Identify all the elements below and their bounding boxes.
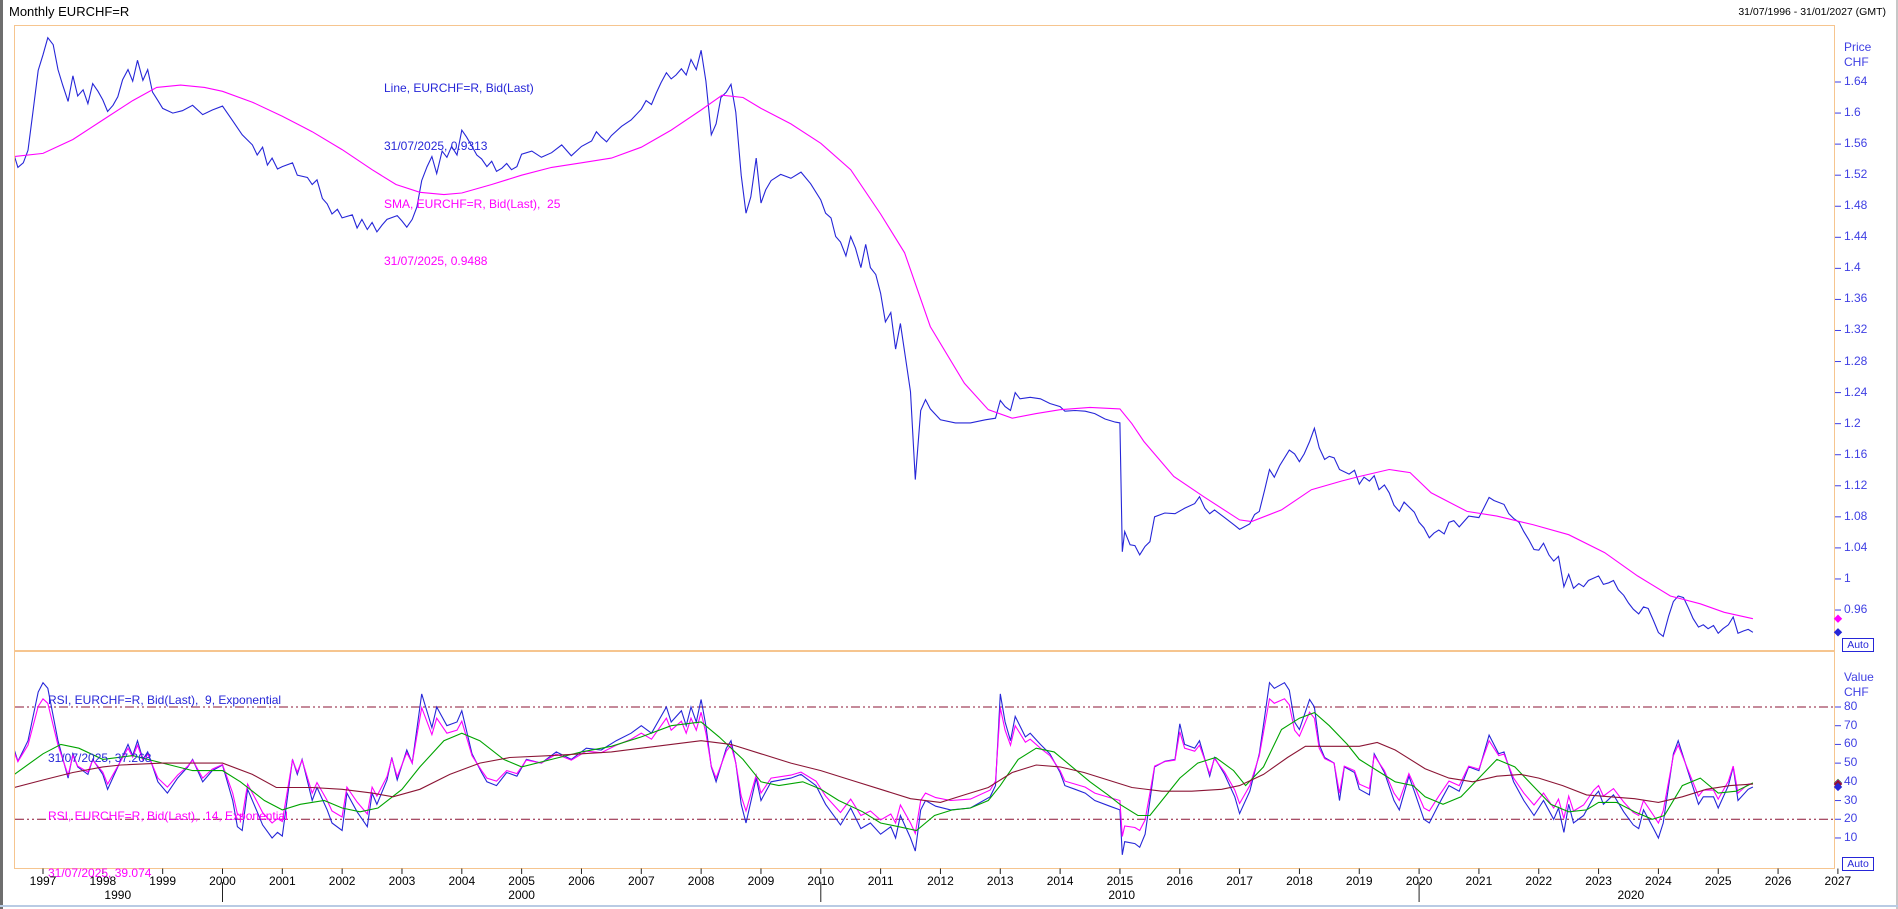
price-axis-tick-label: 1.28 [1844, 354, 1867, 368]
year-label-1999: 1999 [149, 874, 176, 888]
price-axis-tick-label: 1.32 [1844, 322, 1867, 336]
decade-label-1990: 1990 [104, 888, 131, 902]
legend-price-line-name: Line, EURCHF=R, Bid(Last) [384, 79, 560, 98]
price-axis-title: Price CHF [1844, 40, 1871, 70]
year-label-2022: 2022 [1525, 874, 1552, 888]
value-axis-tick-label: 60 [1844, 736, 1857, 750]
value-axis-title-line1: Value [1844, 670, 1874, 685]
window-bottom-border [0, 905, 1898, 907]
year-label-2004: 2004 [448, 874, 475, 888]
price-axis-tick-label: 0.96 [1844, 602, 1867, 616]
year-label-2027: 2027 [1825, 874, 1852, 888]
year-label-2002: 2002 [329, 874, 356, 888]
year-label-2026: 2026 [1765, 874, 1792, 888]
value-axis-tick-label: 40 [1844, 774, 1857, 788]
year-label-2023: 2023 [1585, 874, 1612, 888]
year-label-2012: 2012 [927, 874, 954, 888]
decade-label-2000: 2000 [508, 888, 535, 902]
price-axis-tick-label: 1.12 [1844, 478, 1867, 492]
price-axis-tick-label: 1.16 [1844, 447, 1867, 461]
main-panel-legend: Line, EURCHF=R, Bid(Last) 31/07/2025, 0.… [384, 41, 560, 310]
year-label-2014: 2014 [1047, 874, 1074, 888]
value-axis-tick-label: 70 [1844, 718, 1857, 732]
legend-sma-name: SMA, EURCHF=R, Bid(Last), 25 [384, 195, 560, 214]
price-axis-tick-label: 1.36 [1844, 291, 1867, 305]
value-axis-title: Value CHF [1844, 670, 1874, 700]
value-axis-tick-label: 80 [1844, 699, 1857, 713]
price-axis-tick-label: 1.52 [1844, 167, 1867, 181]
year-label-2024: 2024 [1645, 874, 1672, 888]
year-label-2008: 2008 [688, 874, 715, 888]
year-label-2021: 2021 [1466, 874, 1493, 888]
legend-sma-last-value: 31/07/2025, 0.9488 [384, 252, 560, 271]
legend-price-last-value: 31/07/2025, 0.9313 [384, 137, 560, 156]
price-axis-title-line1: Price [1844, 40, 1871, 55]
year-label-2001: 2001 [269, 874, 296, 888]
year-label-2010: 2010 [807, 874, 834, 888]
year-label-2025: 2025 [1705, 874, 1732, 888]
year-label-2007: 2007 [628, 874, 655, 888]
sma-last-marker [1834, 615, 1842, 623]
price-line [14, 38, 1753, 637]
year-label-2000: 2000 [209, 874, 236, 888]
price-axis-tick-label: 1.44 [1844, 229, 1867, 243]
year-label-2019: 2019 [1346, 874, 1373, 888]
value-axis-tick-label: 10 [1844, 830, 1857, 844]
rsi-panel-legend: RSI, EURCHF=R, Bid(Last), 9, Exponential… [48, 653, 326, 909]
price-axis-tick-label: 1.64 [1844, 74, 1867, 88]
value-axis-tick-label: 30 [1844, 793, 1857, 807]
value-axis-tick-label: 50 [1844, 755, 1857, 769]
price-axis-tick-label: 1.56 [1844, 136, 1867, 150]
value-axis-tick-label: 20 [1844, 811, 1857, 825]
auto-scale-button-value[interactable]: Auto [1842, 857, 1874, 871]
price-axis-tick-label: 1.4 [1844, 260, 1861, 274]
decade-label-2020: 2020 [1618, 888, 1645, 902]
year-label-2009: 2009 [748, 874, 775, 888]
price-axis-tick-label: 1.2 [1844, 416, 1861, 430]
chart-window: Monthly EURCHF=R 31/07/1996 - 31/01/2027… [0, 0, 1898, 909]
price-axis-tick-label: 1 [1844, 571, 1851, 585]
decade-label-2010: 2010 [1108, 888, 1135, 902]
year-label-2005: 2005 [508, 874, 535, 888]
window-left-border [0, 0, 3, 909]
auto-scale-button-price[interactable]: Auto [1842, 638, 1874, 652]
year-label-2011: 2011 [868, 874, 894, 888]
price-last-marker [1834, 628, 1842, 636]
value-axis-title-line2: CHF [1844, 685, 1874, 700]
price-axis-title-line2: CHF [1844, 55, 1871, 70]
legend-rsi9-last-value: 31/07/2025, 37.268 [48, 749, 326, 768]
year-label-2003: 2003 [389, 874, 416, 888]
price-axis-tick-label: 1.6 [1844, 105, 1861, 119]
year-label-2020: 2020 [1406, 874, 1433, 888]
year-label-1998: 1998 [89, 874, 116, 888]
year-label-2016: 2016 [1166, 874, 1193, 888]
year-label-1997: 1997 [30, 874, 57, 888]
year-label-2013: 2013 [987, 874, 1014, 888]
year-label-2006: 2006 [568, 874, 595, 888]
legend-rsi9-name: RSI, EURCHF=R, Bid(Last), 9, Exponential [48, 691, 326, 710]
price-axis-tick-label: 1.48 [1844, 198, 1867, 212]
price-axis-tick-label: 1.24 [1844, 385, 1867, 399]
price-axis-tick-label: 1.04 [1844, 540, 1867, 554]
year-label-2018: 2018 [1286, 874, 1313, 888]
year-label-2017: 2017 [1226, 874, 1253, 888]
legend-rsi14-name: RSI, EURCHF=R, Bid(Last), 14, Exponentia… [48, 807, 326, 826]
year-label-2015: 2015 [1107, 874, 1134, 888]
price-axis-tick-label: 1.08 [1844, 509, 1867, 523]
